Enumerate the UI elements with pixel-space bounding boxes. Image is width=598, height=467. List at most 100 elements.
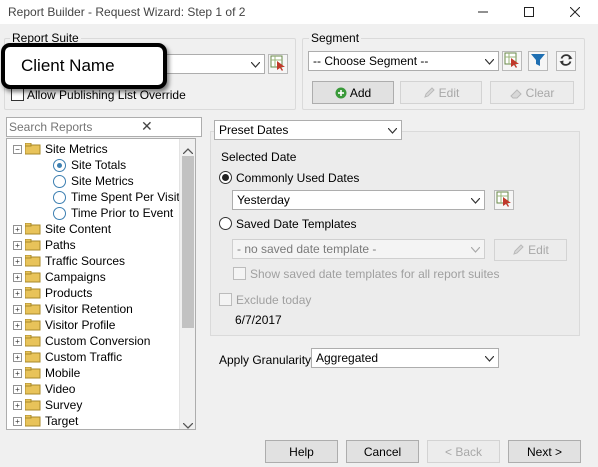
folder-icon bbox=[24, 334, 41, 347]
folder-icon bbox=[24, 254, 41, 267]
expand-icon[interactable]: + bbox=[13, 416, 22, 426]
tree-item-time-prior[interactable]: Time Prior to Event bbox=[53, 205, 173, 221]
add-segment-button[interactable]: Add bbox=[312, 81, 394, 104]
tree-scrollbar[interactable] bbox=[179, 139, 195, 429]
saved-templates-select[interactable]: - no saved date template - bbox=[232, 239, 485, 259]
tree-folder[interactable]: + Video bbox=[13, 381, 75, 397]
edit-segment-button[interactable]: Edit bbox=[400, 81, 482, 104]
search-reports-input[interactable] bbox=[9, 119, 159, 135]
allow-override-label: Allow Publishing List Override bbox=[27, 88, 186, 102]
segment-filter-button[interactable] bbox=[528, 51, 548, 71]
collapse-icon[interactable]: − bbox=[13, 144, 22, 154]
radio-icon[interactable] bbox=[53, 206, 66, 220]
chevron-down-icon bbox=[484, 352, 495, 364]
expand-icon[interactable]: + bbox=[13, 304, 22, 314]
minimize-icon[interactable] bbox=[460, 0, 506, 24]
red-arrow-grid-icon bbox=[496, 191, 512, 210]
callout-text: Client Name bbox=[21, 56, 115, 75]
saved-templates-radio[interactable] bbox=[219, 217, 232, 230]
help-button[interactable]: Help bbox=[265, 440, 338, 463]
radio-icon[interactable] bbox=[53, 174, 66, 188]
saved-template-edit-button[interactable]: Edit bbox=[494, 239, 567, 261]
red-arrow-grid-icon bbox=[504, 52, 520, 71]
allow-override-checkbox[interactable] bbox=[11, 88, 24, 101]
tree-folder[interactable]: + Target bbox=[13, 413, 78, 429]
chevron-down-icon bbox=[250, 58, 261, 70]
next-button[interactable]: Next > bbox=[508, 440, 581, 463]
common-dates-radio[interactable] bbox=[219, 171, 232, 184]
tree-folder[interactable]: + Visitor Profile bbox=[13, 317, 115, 333]
tree-folder[interactable]: + Site Content bbox=[13, 221, 111, 237]
add-label: Add bbox=[349, 85, 372, 100]
expand-icon[interactable]: + bbox=[13, 288, 22, 298]
back-button[interactable]: < Back bbox=[427, 440, 500, 463]
tree-folder[interactable]: + Campaigns bbox=[13, 269, 106, 285]
segment-label: Segment bbox=[309, 31, 362, 45]
tree-label: Custom Conversion bbox=[45, 334, 151, 348]
expand-icon[interactable]: + bbox=[13, 384, 22, 394]
tree-folder[interactable]: + Products bbox=[13, 285, 92, 301]
common-dates-label: Commonly Used Dates bbox=[236, 171, 360, 185]
exclude-today-checkbox[interactable] bbox=[219, 293, 232, 306]
folder-icon bbox=[24, 142, 41, 155]
tree-label: Custom Traffic bbox=[45, 350, 123, 364]
red-arrow-grid-icon bbox=[270, 55, 286, 74]
preset-dates-select[interactable]: Preset Dates bbox=[214, 120, 402, 140]
segment-refresh-button[interactable] bbox=[556, 51, 576, 71]
reports-tree[interactable]: − Site Metrics Site Totals Site Metrics … bbox=[6, 138, 196, 430]
common-dates-select[interactable]: Yesterday bbox=[232, 190, 485, 210]
folder-icon bbox=[24, 318, 41, 331]
expand-icon[interactable]: + bbox=[13, 272, 22, 282]
maximize-icon[interactable] bbox=[506, 0, 552, 24]
clear-label: Clear bbox=[525, 85, 555, 100]
expand-icon[interactable]: + bbox=[13, 400, 22, 410]
granularity-select[interactable]: Aggregated bbox=[311, 348, 499, 368]
tree-label: Visitor Retention bbox=[45, 302, 133, 316]
client-name-callout: Client Name bbox=[1, 43, 167, 89]
show-all-templates-checkbox[interactable] bbox=[233, 267, 246, 280]
eraser-icon bbox=[509, 87, 522, 99]
scroll-up-icon[interactable] bbox=[182, 143, 194, 157]
refresh-icon bbox=[559, 53, 573, 70]
tree-folder[interactable]: + Traffic Sources bbox=[13, 253, 125, 269]
tree-label: Mobile bbox=[45, 366, 81, 380]
tree-item-site-totals[interactable]: Site Totals bbox=[53, 157, 126, 173]
close-icon[interactable] bbox=[552, 0, 598, 24]
tree-folder[interactable]: + Visitor Retention bbox=[13, 301, 133, 317]
tree-folder[interactable]: + Survey bbox=[13, 397, 82, 413]
radio-icon[interactable] bbox=[53, 190, 66, 204]
granularity-label: Apply Granularity bbox=[219, 353, 312, 367]
scroll-down-icon[interactable] bbox=[182, 418, 194, 429]
tree-folder[interactable]: + Custom Traffic bbox=[13, 349, 122, 365]
tree-item-site-metrics[interactable]: Site Metrics bbox=[53, 173, 134, 189]
selected-date-label: Selected Date bbox=[221, 150, 297, 164]
segment-picker-button[interactable] bbox=[502, 51, 522, 71]
filter-icon bbox=[531, 53, 545, 70]
search-reports-box: ✕ bbox=[6, 117, 202, 137]
title-bar: Report Builder - Request Wizard: Step 1 … bbox=[0, 0, 598, 24]
tree-folder[interactable]: + Mobile bbox=[13, 365, 80, 381]
tree-label: Time Spent Per Visit bbox=[71, 190, 180, 204]
expand-icon[interactable]: + bbox=[13, 256, 22, 266]
report-suite-picker-button[interactable] bbox=[268, 54, 288, 74]
common-dates-picker-button[interactable] bbox=[494, 190, 514, 210]
chevron-down-icon bbox=[470, 194, 481, 206]
exclude-today-label: Exclude today bbox=[236, 293, 312, 307]
expand-icon[interactable]: + bbox=[13, 320, 22, 330]
common-dates-value: Yesterday bbox=[237, 193, 290, 207]
expand-icon[interactable]: + bbox=[13, 224, 22, 234]
tree-folder[interactable]: + Paths bbox=[13, 237, 76, 253]
clear-search-icon[interactable]: ✕ bbox=[141, 118, 153, 135]
segment-select[interactable]: -- Choose Segment -- bbox=[308, 51, 499, 71]
clear-segment-button[interactable]: Clear bbox=[490, 81, 574, 104]
scroll-thumb[interactable] bbox=[182, 156, 194, 328]
tree-folder[interactable]: + Custom Conversion bbox=[13, 333, 150, 349]
expand-icon[interactable]: + bbox=[13, 336, 22, 346]
tree-folder-site-metrics[interactable]: − Site Metrics bbox=[13, 141, 108, 157]
expand-icon[interactable]: + bbox=[13, 240, 22, 250]
radio-selected-icon[interactable] bbox=[53, 158, 66, 172]
expand-icon[interactable]: + bbox=[13, 368, 22, 378]
tree-item-time-spent[interactable]: Time Spent Per Visit bbox=[53, 189, 180, 205]
cancel-button[interactable]: Cancel bbox=[346, 440, 419, 463]
expand-icon[interactable]: + bbox=[13, 352, 22, 362]
